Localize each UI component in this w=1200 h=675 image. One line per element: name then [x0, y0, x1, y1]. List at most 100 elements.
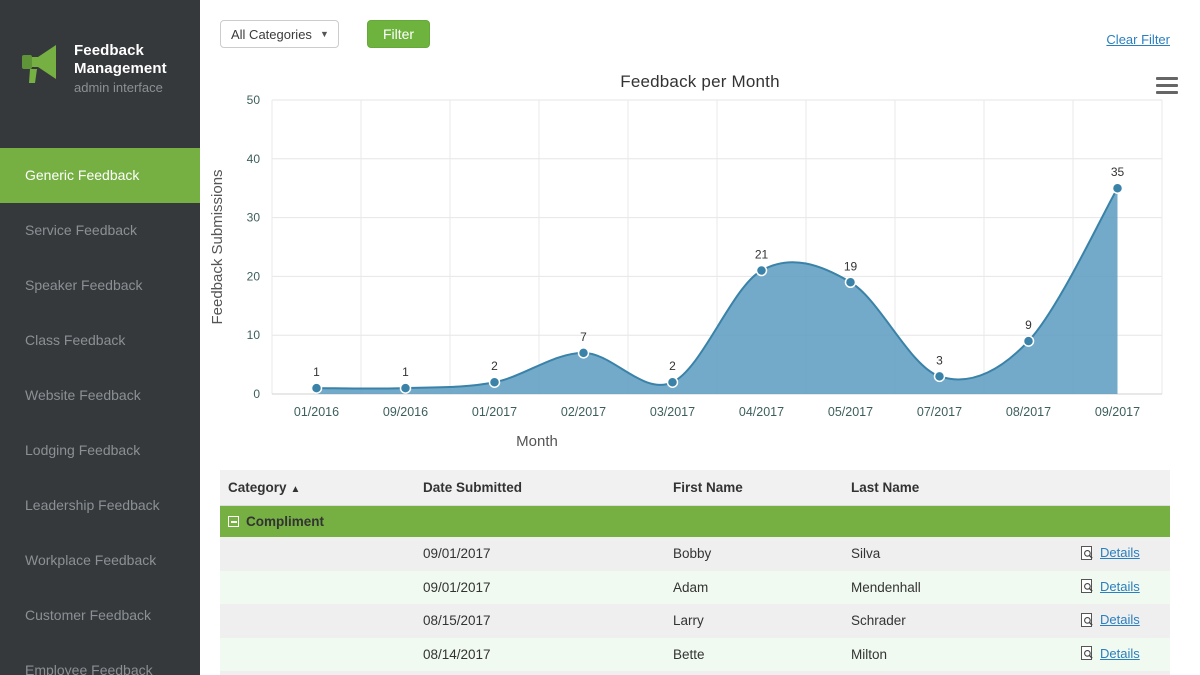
sort-ascending-icon: ▲ — [290, 484, 301, 495]
feedback-chart: Feedback per Month 0 10 20 30 40 50 1 01/2016 1 0… — [200, 62, 1200, 467]
cell-actions: Details — [1073, 537, 1170, 571]
sidebar-item-lodging-feedback[interactable]: Lodging Feedback — [0, 423, 200, 478]
cell-last: Silva — [843, 537, 1073, 571]
details-link[interactable]: Details — [1081, 612, 1140, 627]
cell-actions: Details — [1073, 671, 1170, 675]
cell-last: Mendenhall — [843, 570, 1073, 604]
table-header: Category ▲ Date Submitted First Name Last… — [220, 470, 1170, 506]
sidebar-item-leadership-feedback[interactable]: Leadership Feedback — [0, 478, 200, 533]
hamburger-bar — [1156, 77, 1178, 80]
cell-first: Larry — [665, 604, 843, 638]
sidebar-item-customer-feedback[interactable]: Customer Feedback — [0, 588, 200, 643]
hamburger-bar — [1156, 84, 1178, 87]
column-header-first-name[interactable]: First Name — [665, 470, 843, 506]
svg-text:02/2017: 02/2017 — [561, 405, 606, 419]
cell-last: Milton — [843, 637, 1073, 671]
svg-text:Feedback Submissions: Feedback Submissions — [209, 169, 226, 324]
svg-text:03/2017: 03/2017 — [650, 405, 695, 419]
column-header-date-submitted[interactable]: Date Submitted — [415, 470, 665, 506]
group-row-compliment[interactable]: Compliment — [220, 505, 1170, 537]
clear-filter-link[interactable]: Clear Filter — [1106, 32, 1170, 47]
document-search-icon — [1081, 579, 1093, 593]
cell-category — [220, 637, 415, 671]
details-label: Details — [1100, 612, 1140, 627]
group-row-label: Compliment — [246, 514, 325, 529]
svg-text:05/2017: 05/2017 — [828, 405, 873, 419]
chart-title: Feedback per Month — [620, 72, 780, 91]
cell-actions: Details — [1073, 637, 1170, 671]
cell-category — [220, 537, 415, 571]
megaphone-icon — [22, 45, 56, 83]
details-label: Details — [1100, 645, 1140, 661]
chevron-down-icon: ▼ — [320, 29, 329, 39]
svg-text:50: 50 — [247, 93, 261, 107]
svg-text:9: 9 — [1025, 318, 1032, 332]
sidebar-item-speaker-feedback[interactable]: Speaker Feedback — [0, 258, 200, 313]
sidebar-item-label: Class Feedback — [25, 332, 126, 348]
column-header-last-name[interactable]: Last Name — [843, 470, 1073, 506]
details-link[interactable]: Details — [1081, 545, 1140, 560]
document-search-icon — [1081, 612, 1093, 627]
cell-category — [220, 570, 415, 604]
sidebar-item-label: Employee Feedback — [25, 662, 153, 675]
sidebar-item-label: Service Feedback — [25, 222, 138, 238]
brand-title-line1: Feedback — [74, 42, 144, 59]
cell-date: 08/15/2017 — [415, 604, 665, 638]
group-row-cell: Compliment — [220, 505, 1170, 537]
sidebar-item-label: Workplace Feedback — [25, 552, 157, 568]
sidebar-item-employee-feedback[interactable]: Employee Feedback — [0, 643, 200, 675]
details-label: Details — [1100, 578, 1140, 594]
column-header-actions — [1073, 470, 1170, 506]
category-select[interactable]: All Categories ▼ — [220, 20, 339, 48]
cell-first: Bette — [665, 637, 843, 671]
document-search-icon — [1081, 646, 1093, 660]
svg-text:07/2017: 07/2017 — [917, 405, 962, 419]
table-row[interactable]: 08/14/2017 Bette Milton Details — [220, 637, 1170, 671]
brand-subtitle: admin interface — [74, 80, 163, 95]
chart-menu-icon[interactable] — [1156, 77, 1178, 94]
cell-date: 08/12/2017 — [415, 671, 665, 675]
svg-text:35: 35 — [1111, 165, 1125, 179]
svg-text:30: 30 — [247, 211, 261, 225]
sidebar-item-generic-feedback[interactable]: Generic Feedback — [0, 148, 200, 203]
svg-text:21: 21 — [755, 248, 769, 262]
svg-text:20: 20 — [247, 269, 261, 283]
cell-category — [220, 671, 415, 675]
table-row[interactable]: 08/12/2017 Verna Erickson Details — [220, 671, 1170, 675]
svg-text:40: 40 — [247, 152, 261, 166]
sidebar-item-label: Customer Feedback — [25, 607, 152, 623]
cell-first: Adam — [665, 570, 843, 604]
cell-actions: Details — [1073, 570, 1170, 604]
sidebar-item-label: Speaker Feedback — [25, 277, 143, 293]
sidebar-item-label: Generic Feedback — [25, 167, 140, 183]
sidebar-item-label: Leadership Feedback — [25, 497, 160, 513]
table-row[interactable]: 09/01/2017 Bobby Silva Details — [220, 537, 1170, 571]
feedback-grid: Category ▲ Date Submitted First Name Last… — [220, 470, 1170, 675]
details-link[interactable]: Details — [1081, 646, 1140, 661]
cell-actions: Details — [1073, 604, 1170, 638]
filter-button[interactable]: Filter — [366, 20, 431, 48]
sidebar-item-service-feedback[interactable]: Service Feedback — [0, 203, 200, 258]
sidebar: Feedback Management admin interface Gene… — [0, 0, 200, 675]
svg-text:1: 1 — [402, 365, 409, 379]
column-header-category[interactable]: Category ▲ — [220, 470, 415, 506]
table-row[interactable]: 09/01/2017 Adam Mendenhall Details — [220, 570, 1170, 604]
svg-text:Month: Month — [516, 433, 558, 450]
svg-text:19: 19 — [844, 259, 858, 273]
svg-text:10: 10 — [247, 328, 261, 342]
sidebar-item-workplace-feedback[interactable]: Workplace Feedback — [0, 533, 200, 588]
filter-toolbar: All Categories ▼ Filter Clear Filter — [200, 0, 1200, 62]
cell-date: 08/14/2017 — [415, 637, 665, 671]
minus-box-icon[interactable] — [228, 516, 239, 527]
svg-text:01/2017: 01/2017 — [472, 405, 517, 419]
sidebar-item-class-feedback[interactable]: Class Feedback — [0, 313, 200, 368]
cell-first: Verna — [665, 671, 843, 675]
sidebar-item-label: Lodging Feedback — [25, 442, 141, 458]
details-link[interactable]: Details — [1081, 579, 1140, 594]
category-select-value: All Categories — [231, 26, 312, 42]
sidebar-item-website-feedback[interactable]: Website Feedback — [0, 368, 200, 423]
svg-text:2: 2 — [669, 359, 676, 373]
sidebar-nav: Generic Feedback Service Feedback Speake… — [0, 148, 200, 675]
brand-header: Feedback Management admin interface — [0, 0, 200, 148]
table-row[interactable]: 08/15/2017 Larry Schrader Details — [220, 604, 1170, 638]
